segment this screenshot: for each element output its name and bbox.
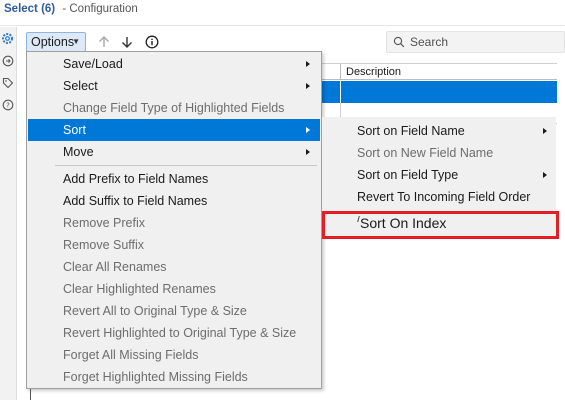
window-subtitle: - Configuration	[62, 3, 138, 15]
menu-item-label: Select	[63, 79, 98, 93]
arrow-up-icon[interactable]	[97, 35, 111, 49]
search-icon	[393, 36, 405, 48]
chevron-right-icon	[543, 128, 547, 134]
menu-item-change-field-type[interactable]: Change Field Type of Highlighted Fields	[28, 97, 320, 119]
chevron-right-icon	[306, 61, 310, 67]
menu-item-label: Add Suffix to Field Names	[63, 194, 208, 208]
menu-item-label: Revert All to Original Type & Size	[63, 304, 247, 318]
submenu-item-sort-new-field-name[interactable]: Sort on New Field Name	[322, 142, 556, 164]
menu-item-label: Save/Load	[63, 57, 123, 71]
menu-item-clear-all-renames[interactable]: Clear All Renames	[28, 256, 320, 278]
chevron-right-icon	[306, 83, 310, 89]
tag-icon[interactable]	[1, 76, 14, 89]
submenu-item-label: Sort on Field Type	[357, 168, 459, 182]
window-title: Select (6)	[4, 3, 56, 15]
submenu-item-label: Sort on Field Name	[357, 124, 465, 138]
menu-item-add-prefix[interactable]: Add Prefix to Field Names	[28, 168, 320, 190]
menu-item-revert-all-type[interactable]: Revert All to Original Type & Size	[28, 300, 320, 322]
submenu-item-label: Revert To Incoming Field Order	[357, 190, 531, 204]
menu-item-forget-highlighted-missing[interactable]: Forget Highlighted Missing Fields	[28, 366, 320, 388]
menu-item-label: Clear All Renames	[63, 260, 167, 274]
column-header-description[interactable]: Description	[346, 65, 401, 80]
info-icon[interactable]	[145, 35, 159, 49]
column-divider	[340, 81, 341, 103]
menu-item-clear-highlighted-renames[interactable]: Clear Highlighted Renames	[28, 278, 320, 300]
submenu-item-label: Sort On Index	[360, 215, 447, 231]
svg-text:?: ?	[6, 101, 10, 109]
menu-item-add-suffix[interactable]: Add Suffix to Field Names	[28, 190, 320, 212]
menu-item-label: Move	[63, 145, 94, 159]
submenu-item-sort-field-name[interactable]: Sort on Field Name	[322, 120, 556, 142]
menu-item-forget-all-missing[interactable]: Forget All Missing Fields	[28, 344, 320, 366]
circle-arrow-icon[interactable]	[1, 54, 14, 67]
panel-edge	[30, 389, 31, 400]
submenu-item-sort-field-type[interactable]: Sort on Field Type	[322, 164, 556, 186]
submenu-item-revert-incoming-order[interactable]: Revert To Incoming Field Order	[322, 186, 556, 208]
menu-item-label: Revert Highlighted to Original Type & Si…	[63, 326, 297, 340]
menu-item-label: Sort	[63, 123, 86, 137]
menu-item-remove-prefix[interactable]: Remove Prefix	[28, 212, 320, 234]
menu-item-label: Forget All Missing Fields	[63, 348, 199, 362]
menu-item-sort[interactable]: Sort	[28, 119, 320, 141]
search-input[interactable]: Search	[410, 35, 448, 49]
chevron-right-icon	[543, 172, 547, 178]
left-icon-strip: ?	[0, 27, 17, 400]
menu-item-label: Add Prefix to Field Names	[63, 172, 209, 186]
chevron-down-icon: ▼	[72, 37, 80, 46]
options-menu: Save/Load Select Change Field Type of Hi…	[26, 51, 322, 389]
submenu-item-sort-on-index[interactable]: Sort On Index	[322, 213, 556, 235]
gear-icon[interactable]	[1, 32, 14, 45]
menu-item-label: Forget Highlighted Missing Fields	[63, 370, 248, 384]
menu-item-label: Remove Suffix	[63, 238, 145, 252]
menu-item-save-load[interactable]: Save/Load	[28, 53, 320, 75]
options-label: Options	[31, 35, 75, 49]
grid-header: Description	[322, 63, 557, 80]
help-icon[interactable]: ?	[1, 98, 14, 111]
table-row-selected[interactable]	[322, 81, 557, 103]
menu-separator	[55, 165, 317, 166]
menu-item-remove-suffix[interactable]: Remove Suffix	[28, 234, 320, 256]
chevron-right-icon	[306, 127, 310, 133]
title-bar: Select (6) - Configuration	[0, 0, 565, 26]
options-button[interactable]: Options ▼	[26, 32, 86, 52]
menu-item-move[interactable]: Move	[28, 141, 320, 163]
arrow-down-icon[interactable]	[120, 35, 134, 49]
menu-item-label: Clear Highlighted Renames	[63, 282, 216, 296]
search-box[interactable]: Search	[386, 31, 565, 53]
menu-item-label: Remove Prefix	[63, 216, 145, 230]
menu-item-revert-highlighted-type[interactable]: Revert Highlighted to Original Type & Si…	[28, 322, 320, 344]
chevron-right-icon	[306, 149, 310, 155]
menu-item-label: Change Field Type of Highlighted Fields	[63, 101, 285, 115]
submenu-item-label: Sort on New Field Name	[357, 146, 494, 160]
column-divider	[340, 64, 341, 80]
menu-item-select[interactable]: Select	[28, 75, 320, 97]
